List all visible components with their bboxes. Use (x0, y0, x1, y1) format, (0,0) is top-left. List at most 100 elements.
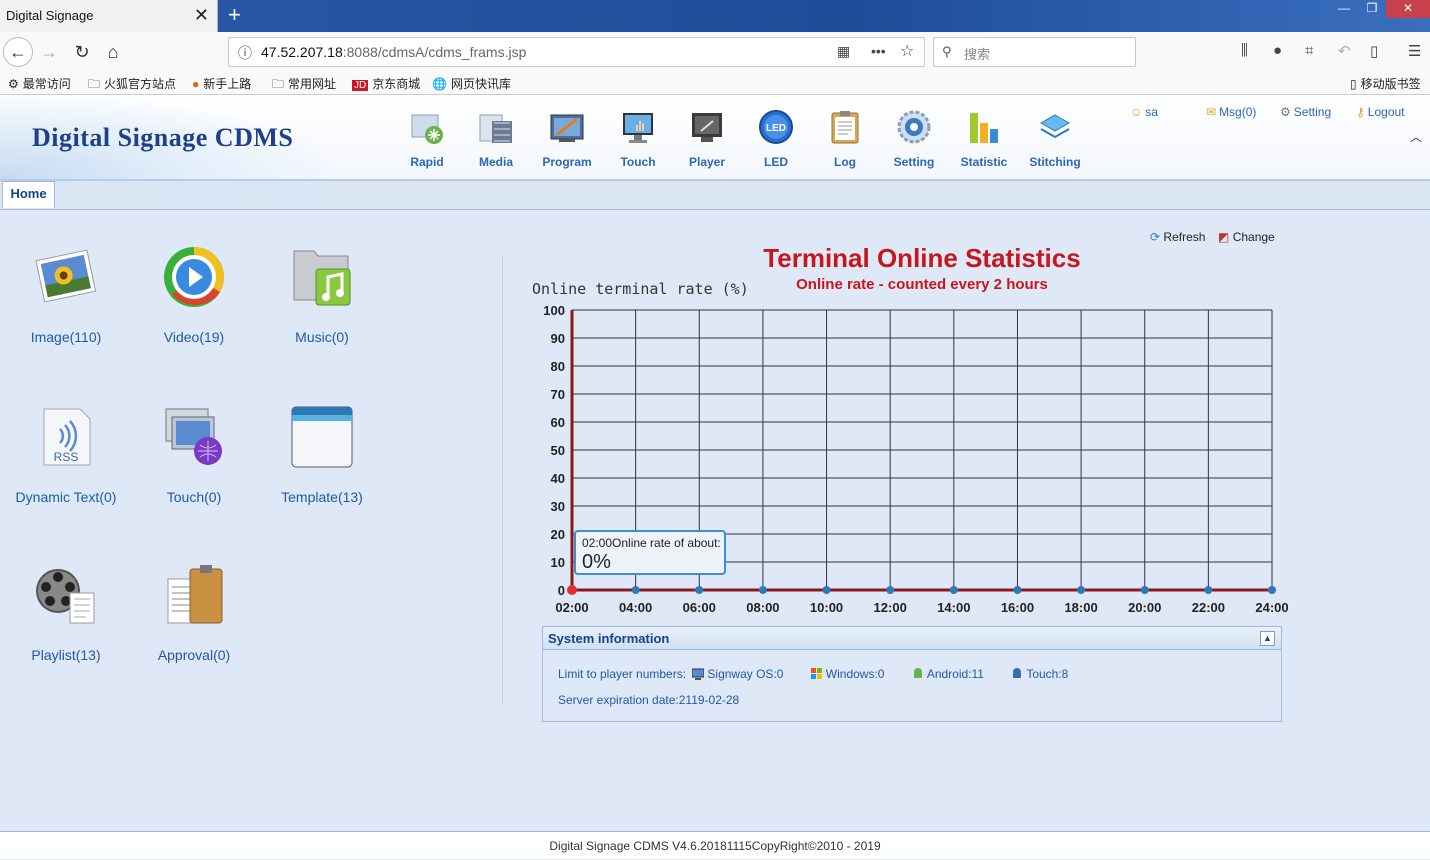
shortcut-music[interactable]: Music(0) (262, 245, 382, 345)
browser-tab[interactable]: Digital Signage ✕ (0, 0, 218, 32)
undo-icon[interactable]: ↶ (1338, 42, 1351, 60)
x-tick-label: 02:00 (555, 600, 588, 615)
search-placeholder: 搜索 (964, 47, 991, 62)
reload-icon[interactable]: ↻ (70, 40, 94, 64)
nav-media[interactable]: Media (461, 109, 531, 169)
nav-log[interactable]: Log (810, 109, 880, 169)
user-link[interactable]: ☺ sa (1130, 105, 1158, 119)
y-tick-label: 40 (551, 471, 565, 486)
svg-text:RSS: RSS (54, 450, 79, 464)
bookmark-star-icon[interactable]: ☆ (900, 41, 914, 61)
nav-rapid[interactable]: Rapid (392, 109, 462, 169)
close-tab-icon[interactable]: ✕ (194, 5, 209, 25)
sidebar-icon[interactable]: ▯ (1370, 42, 1378, 60)
system-info-header: System information ▲ (543, 627, 1281, 650)
restore-icon[interactable]: ❐ (1358, 0, 1386, 18)
bookmark-mobile[interactable]: ▯ 移动版书签 (1350, 75, 1421, 92)
svg-text:LED: LED (766, 123, 786, 134)
footer: Digital Signage CDMS V4.6.20181115CopyRi… (0, 831, 1430, 859)
chart-change-icon: ◩ (1218, 230, 1230, 244)
data-point (631, 586, 640, 594)
new-tab-icon[interactable]: + (228, 2, 241, 28)
x-tick-label: 08:00 (746, 600, 779, 615)
more-actions-icon[interactable]: ••• (871, 43, 886, 59)
shortcut-video[interactable]: Video(19) (134, 245, 254, 345)
url-text: 47.52.207.18:8088/cdmsA/cdms_frams.jsp (261, 44, 527, 60)
nav-player[interactable]: Player (672, 109, 742, 169)
shortcut-approval[interactable]: Approval(0) (134, 563, 254, 663)
bookmark-getting-started[interactable]: ● 新手上路 (192, 75, 251, 92)
rapid-icon (409, 109, 445, 145)
bookmark-common-sites[interactable]: 🗀 常用网址 (272, 75, 336, 96)
mail-icon: ✉ (1206, 105, 1217, 119)
bookmark-web-slices[interactable]: 🌐 网页快讯库 (432, 75, 511, 92)
shortcut-touch[interactable]: Touch(0) (134, 405, 254, 505)
x-tick-label: 18:00 (1064, 600, 1097, 615)
crop-icon[interactable]: ⌗ (1305, 42, 1313, 59)
monitor-icon (692, 668, 705, 680)
back-icon[interactable]: ← (3, 37, 33, 67)
shortcut-template[interactable]: Template(13) (262, 405, 382, 505)
setting-link[interactable]: ⚙ Setting (1280, 105, 1331, 119)
refresh-link[interactable]: ⟳ Refresh (1150, 230, 1205, 244)
library-icon[interactable]: ⫼ (1241, 42, 1248, 59)
bookmark-most-visited[interactable]: ⚙ 最常访问 (8, 75, 71, 92)
mobile-icon: ▯ (1350, 77, 1357, 91)
collapse-header-icon[interactable]: ︿ (1410, 128, 1428, 144)
data-point (886, 586, 895, 594)
video-icon (162, 245, 226, 309)
touch-device-icon (1013, 668, 1022, 678)
y-tick-label: 90 (551, 331, 565, 346)
y-tick-label: 80 (551, 359, 565, 374)
y-tick-label: 20 (551, 527, 565, 542)
nav-setting[interactable]: Setting (879, 109, 949, 169)
collapse-panel-icon[interactable]: ▲ (1260, 631, 1275, 646)
approval-icon (162, 563, 226, 627)
forward-icon[interactable]: → (37, 40, 61, 64)
user-icon: ☺ (1130, 105, 1143, 119)
qr-code-icon[interactable]: ▦ (837, 43, 850, 60)
shortcut-dynamic-text[interactable]: RSS Dynamic Text(0) (6, 405, 126, 505)
chart-title: Terminal Online Statistics (763, 243, 1081, 273)
nav-program[interactable]: Program (532, 109, 602, 169)
x-tick-label: 12:00 (874, 600, 907, 615)
tab-home[interactable]: Home (2, 181, 55, 208)
data-point (758, 586, 767, 594)
log-icon (827, 109, 863, 145)
y-tick-label: 10 (551, 555, 565, 570)
signway-count: Signway OS:0 (692, 667, 795, 681)
minimize-icon[interactable]: — (1330, 0, 1358, 18)
change-link[interactable]: ◩ Change (1218, 230, 1275, 244)
bookmark-firefox-site[interactable]: 🗀 火狐官方站点 (88, 75, 176, 96)
shortcut-image[interactable]: Image(110) (6, 245, 126, 345)
data-point (1077, 586, 1086, 594)
chart-subtitle: Online rate - counted every 2 hours (796, 276, 1048, 293)
home-icon[interactable]: ⌂ (101, 40, 125, 64)
data-point (1268, 586, 1276, 594)
shortcut-playlist[interactable]: Playlist(13) (6, 563, 126, 663)
chat-icon[interactable]: ● (1273, 42, 1282, 59)
browser-tab-bar: Digital Signage ✕ + — ❐ ✕ (0, 0, 1430, 32)
bookmark-jd[interactable]: JD 京东商城 (352, 75, 420, 92)
window-close-icon[interactable]: ✕ (1386, 0, 1430, 18)
menu-icon[interactable]: ☰ (1408, 42, 1421, 60)
nav-statistic[interactable]: Statistic (949, 109, 1019, 169)
nav-touch[interactable]: Touch (603, 109, 673, 169)
music-icon (290, 245, 354, 309)
data-point (695, 586, 704, 594)
nav-led[interactable]: LED LED (741, 109, 811, 169)
folder-icon: 🗀 (88, 77, 101, 91)
search-input[interactable]: ⚲ 搜索 (933, 37, 1136, 67)
rss-icon: RSS (34, 405, 98, 469)
info-icon[interactable]: ⓘ (238, 43, 252, 63)
android-icon (913, 668, 922, 678)
image-icon (34, 245, 98, 309)
statistic-icon (966, 109, 1002, 145)
gear-icon: ⚙ (1280, 105, 1291, 119)
msg-link[interactable]: ✉ Msg(0) (1206, 105, 1256, 119)
logout-link[interactable]: ⚷ Logout (1356, 105, 1405, 119)
x-tick-label: 24:00 (1255, 600, 1288, 615)
playlist-icon (34, 563, 98, 627)
url-bar[interactable]: ⓘ 47.52.207.18:8088/cdmsA/cdms_frams.jsp… (228, 37, 925, 67)
setting-icon (896, 109, 932, 145)
